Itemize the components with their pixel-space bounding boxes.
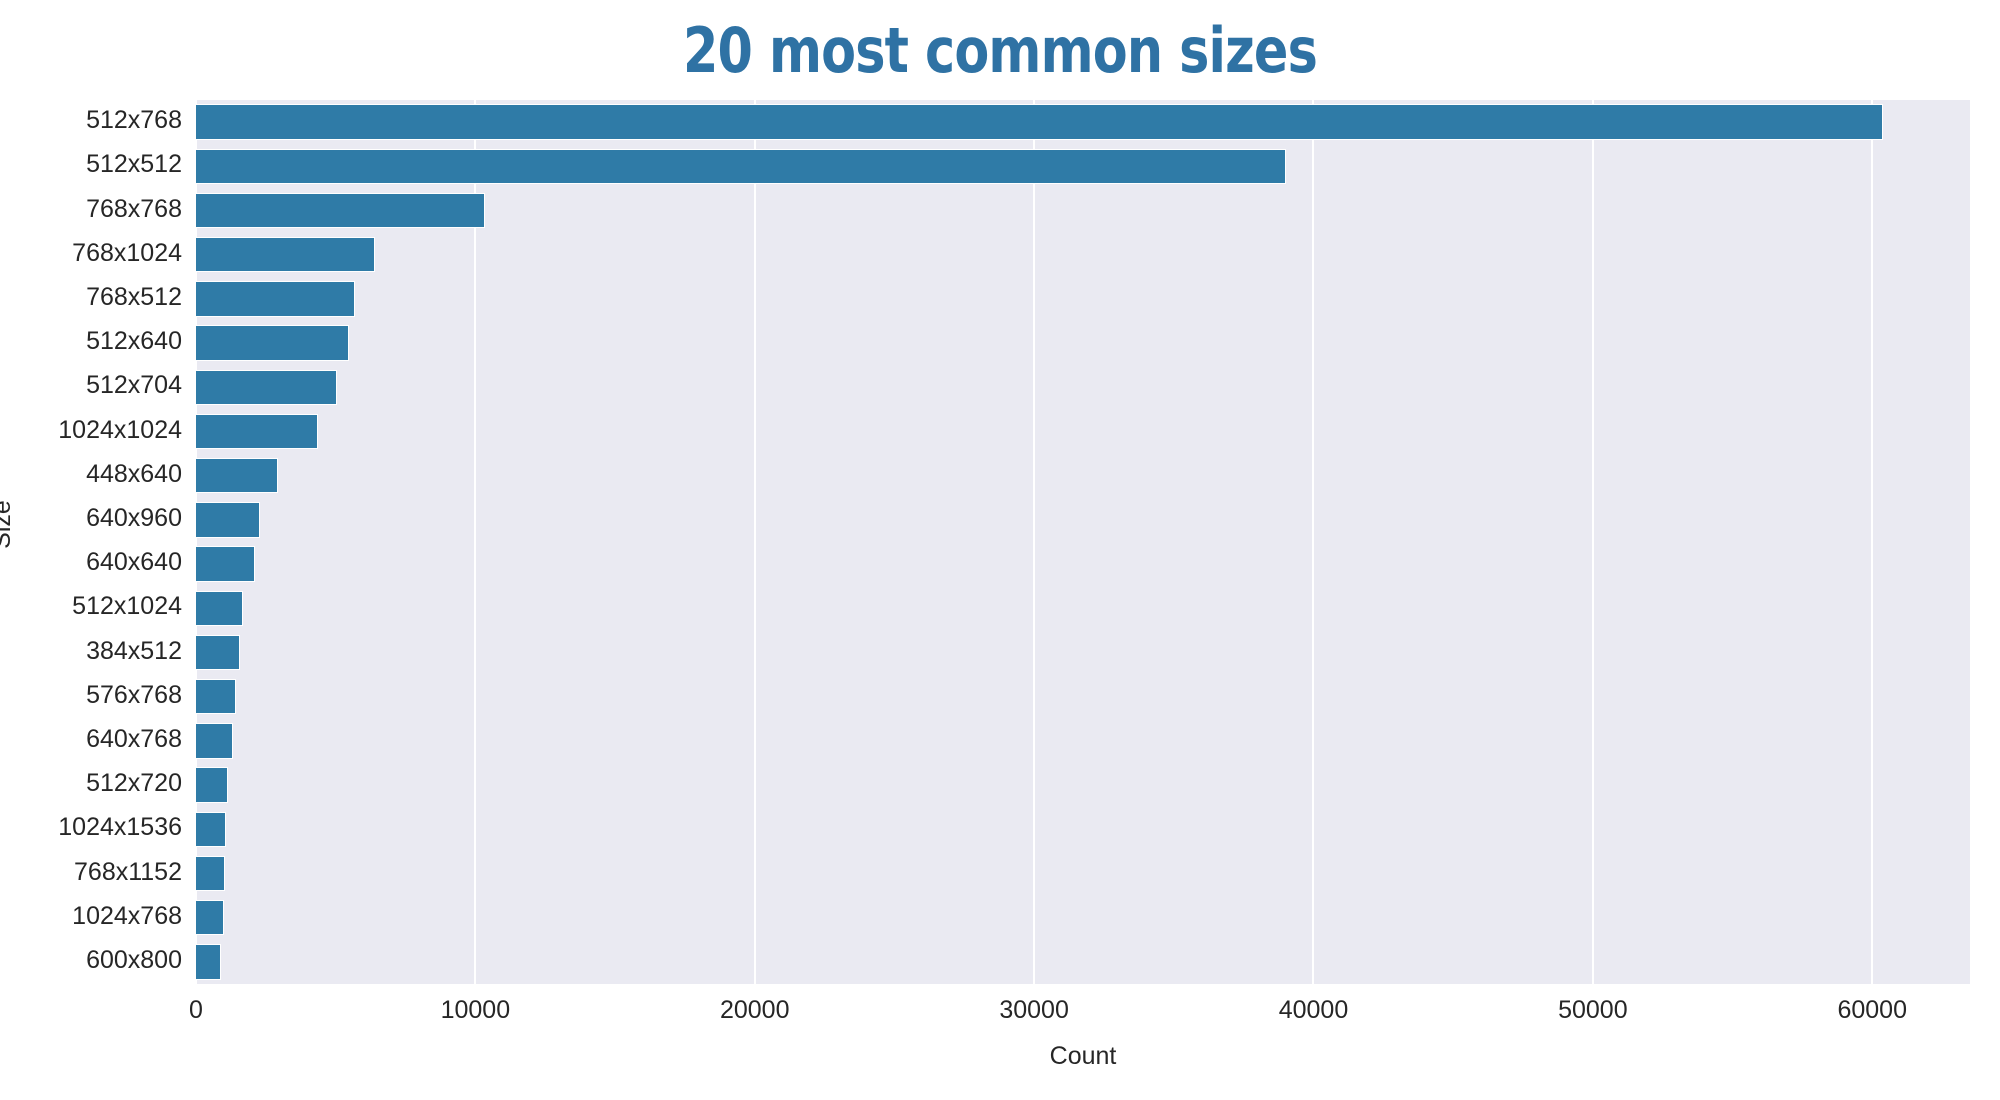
y-tick-label: 512x640	[86, 327, 182, 356]
bar[interactable]	[196, 767, 229, 803]
bar-row[interactable]	[196, 811, 1970, 847]
x-tick-label: 50000	[1558, 996, 1628, 1024]
plot-area	[195, 100, 1970, 984]
gridline	[1871, 100, 1874, 984]
bar-row[interactable]	[196, 104, 1970, 140]
gridline	[1591, 100, 1594, 984]
gridline	[195, 100, 197, 984]
gridline	[1312, 100, 1315, 984]
bar-row[interactable]	[196, 148, 1970, 184]
bar-row[interactable]	[196, 767, 1970, 803]
bar-row[interactable]	[196, 413, 1970, 450]
y-tick-label: 600x800	[86, 945, 182, 974]
bar[interactable]	[196, 502, 260, 538]
y-axis-tick-labels: 512x768 512x512 768x768 768x1024 768x512 512x…	[0, 100, 182, 984]
bar-row[interactable]	[196, 634, 1970, 671]
x-axis-tick-labels: 0 10000 20000 30000 40000 50000 60000	[189, 996, 1970, 1036]
x-tick-label: 30000	[999, 996, 1069, 1024]
y-tick-label: 512x768	[86, 106, 182, 135]
bar[interactable]	[196, 369, 338, 405]
gridline	[753, 100, 756, 984]
x-tick-label: 10000	[440, 996, 511, 1024]
bar[interactable]	[196, 237, 375, 273]
gridline	[1033, 100, 1036, 984]
bar[interactable]	[196, 811, 227, 847]
bar[interactable]	[196, 723, 233, 759]
bar-row[interactable]	[196, 723, 1970, 759]
x-tick-label: 20000	[719, 996, 790, 1024]
y-tick-label: 768x1024	[72, 238, 182, 267]
bar-row[interactable]	[196, 679, 1970, 715]
y-tick-label: 512x704	[86, 371, 182, 400]
y-tick-label: 512x720	[86, 769, 182, 798]
y-tick-label: 1024x1024	[58, 415, 182, 444]
y-tick-label: 768x1152	[74, 857, 182, 886]
bar[interactable]	[196, 281, 356, 317]
y-tick-label: 576x768	[86, 680, 182, 709]
bar-row[interactable]	[196, 458, 1970, 494]
y-tick-label: 640x768	[86, 724, 182, 753]
y-tick-label: 640x960	[86, 503, 182, 532]
bar[interactable]	[196, 855, 226, 892]
bar-row[interactable]	[196, 281, 1970, 317]
bar-row[interactable]	[196, 369, 1970, 405]
x-tick-label: 60000	[1837, 996, 1907, 1024]
bar-row[interactable]	[196, 325, 1970, 361]
bar[interactable]	[196, 590, 243, 626]
y-tick-label: 1024x768	[72, 901, 182, 930]
chart-figure: 20 most common sizes Size 512x768 512x512…	[0, 0, 2000, 1100]
bar-row[interactable]	[196, 237, 1970, 273]
y-tick-label: 1024x1536	[58, 813, 182, 842]
y-tick-label: 768x768	[86, 194, 182, 223]
bar-row[interactable]	[196, 192, 1970, 229]
bar[interactable]	[196, 944, 222, 980]
bar[interactable]	[196, 546, 255, 582]
y-tick-label: 384x512	[86, 636, 182, 665]
bar[interactable]	[196, 458, 279, 494]
bar[interactable]	[196, 192, 486, 229]
bar-row[interactable]	[196, 546, 1970, 582]
bar[interactable]	[196, 104, 1884, 140]
y-tick-label: 768x512	[86, 282, 182, 311]
x-tick-label: 0	[189, 996, 203, 1024]
bar[interactable]	[196, 679, 236, 715]
gridline	[474, 100, 477, 984]
y-tick-label: 448x640	[86, 459, 182, 488]
y-tick-label: 640x640	[86, 548, 182, 577]
bar-row[interactable]	[196, 855, 1970, 892]
bar[interactable]	[196, 634, 240, 671]
y-tick-label: 512x512	[86, 150, 182, 179]
x-tick-label: 40000	[1278, 996, 1349, 1024]
bar[interactable]	[196, 900, 224, 936]
chart-title: 20 most common sizes	[682, 14, 1318, 87]
bar[interactable]	[196, 325, 350, 361]
bar-row[interactable]	[196, 502, 1970, 538]
y-tick-label: 512x1024	[72, 592, 182, 621]
bar-row[interactable]	[196, 590, 1970, 626]
x-axis-label: Count	[1049, 1042, 1117, 1070]
bar[interactable]	[196, 148, 1286, 184]
bar[interactable]	[196, 413, 319, 450]
bar-row[interactable]	[196, 944, 1970, 980]
bar-row[interactable]	[196, 900, 1970, 936]
